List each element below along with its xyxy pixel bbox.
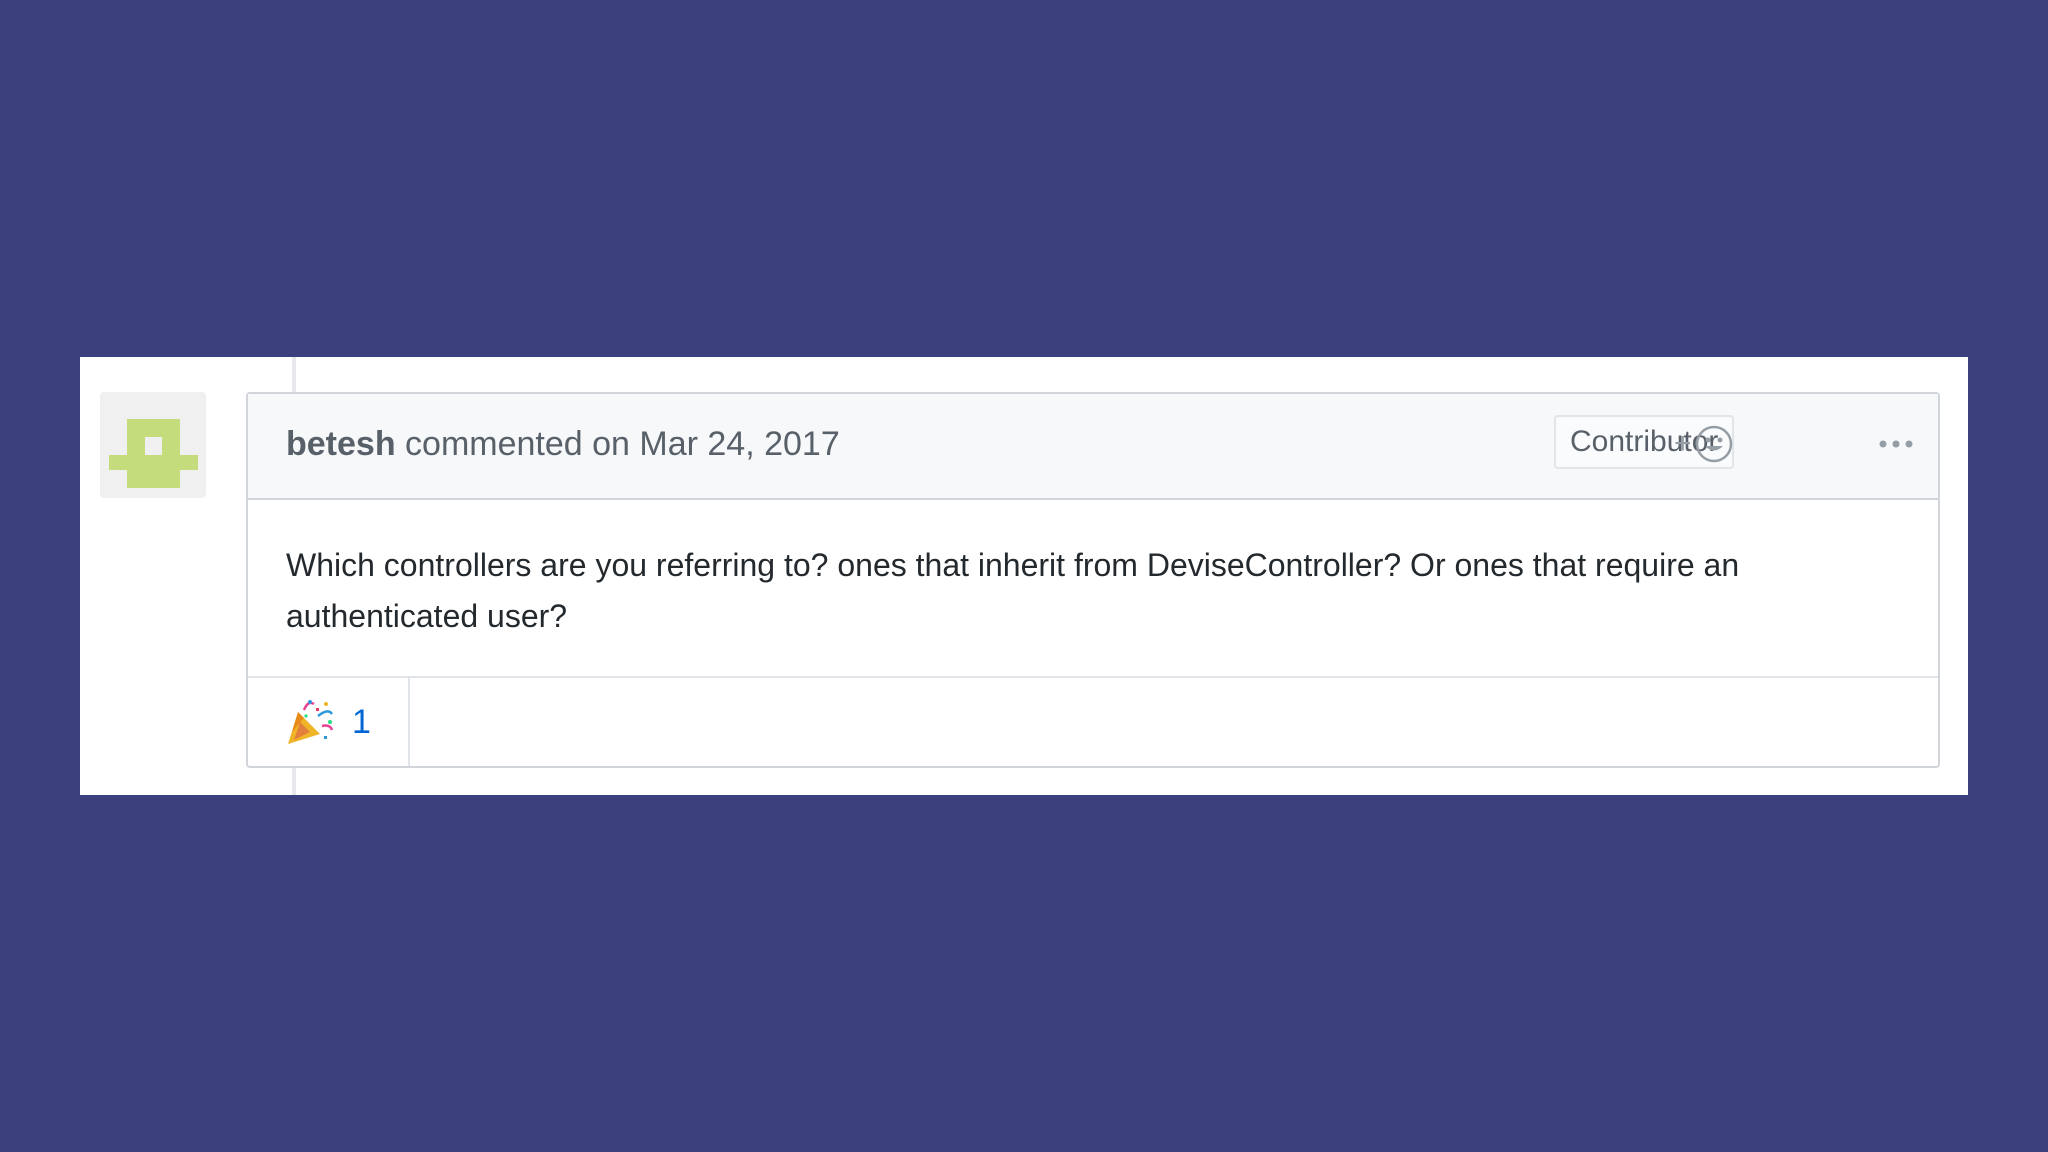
reaction-count: 1 xyxy=(352,702,371,741)
reactions-bar: 1 xyxy=(248,678,1938,766)
comment-card: betesh commented on Mar 24, 2017 Contrib… xyxy=(80,357,1968,795)
author-link[interactable]: betesh xyxy=(286,425,396,463)
comment-header: betesh commented on Mar 24, 2017 Contrib… xyxy=(248,394,1938,500)
identicon-avatar xyxy=(100,392,206,498)
comment-body: Which controllers are you referring to? … xyxy=(248,500,1938,678)
party-popper-icon xyxy=(288,700,334,744)
reaction-party-button[interactable]: 1 xyxy=(248,678,410,766)
timeline-line-bottom xyxy=(292,768,296,795)
avatar[interactable] xyxy=(100,392,206,498)
smiley-icon xyxy=(1695,425,1732,463)
comment-header-text: betesh commented on Mar 24, 2017 xyxy=(286,425,840,464)
timeline-line-top xyxy=(292,357,296,392)
plus-icon: + xyxy=(1674,427,1692,460)
add-reaction-button[interactable]: + xyxy=(1674,424,1734,464)
comment-meta[interactable]: commented on Mar 24, 2017 xyxy=(405,425,840,463)
more-options-button[interactable] xyxy=(1876,424,1916,464)
kebab-horizontal-icon xyxy=(1879,440,1913,448)
comment-box: betesh commented on Mar 24, 2017 Contrib… xyxy=(246,392,1940,768)
